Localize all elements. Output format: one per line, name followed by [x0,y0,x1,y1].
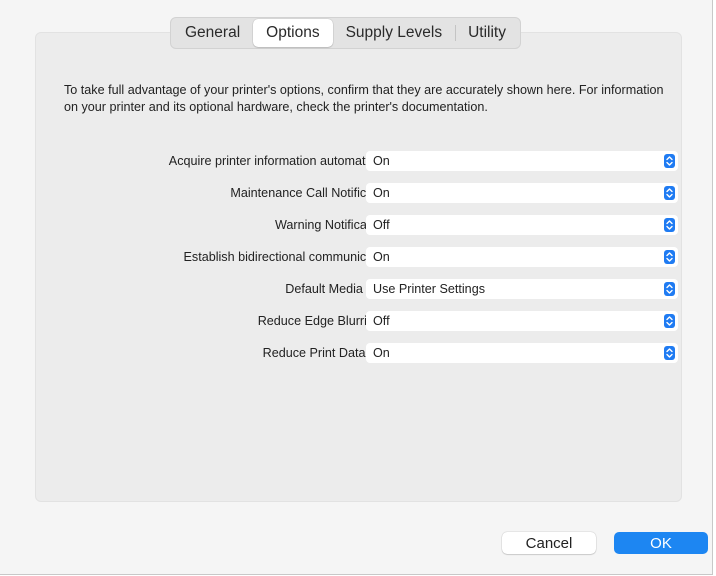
bidirectional-popup[interactable]: On [366,247,678,267]
option-row-print-data-size: Reduce Print Data Size: On [40,343,680,365]
popup-value: Off [373,218,390,232]
ok-button[interactable]: OK [614,532,708,554]
up-down-chevron-icon [664,282,675,296]
option-label: Acquire printer information automaticall… [168,154,397,168]
up-down-chevron-icon [664,346,675,360]
cancel-button[interactable]: Cancel [502,532,596,554]
maintenance-call-popup[interactable]: On [366,183,678,203]
option-row-acquire-info: Acquire printer information automaticall… [40,151,680,173]
popup-value: On [373,186,390,200]
up-down-chevron-icon [664,186,675,200]
printer-options-dialog: General Options Supply Levels Utility To… [0,0,713,575]
popup-value: On [373,250,390,264]
up-down-chevron-icon [664,218,675,232]
popup-value: On [373,154,390,168]
tab-bar: General Options Supply Levels Utility [170,17,521,49]
popup-value: On [373,346,390,360]
print-data-size-popup[interactable]: On [366,343,678,363]
tab-options[interactable]: Options [253,19,333,47]
tab-general[interactable]: General [172,19,253,47]
option-row-bidirectional: Establish bidirectional communication: O… [40,247,680,269]
tab-utility[interactable]: Utility [455,19,519,47]
edge-blurriness-popup[interactable]: Off [366,311,678,331]
up-down-chevron-icon [664,250,675,264]
popup-value: Use Printer Settings [373,282,485,296]
option-row-warning-notifications: Warning Notifications: Off [40,215,680,237]
popup-value: Off [373,314,390,328]
up-down-chevron-icon [664,154,675,168]
acquire-info-popup[interactable]: On [366,151,678,171]
up-down-chevron-icon [664,314,675,328]
option-row-maintenance-call: Maintenance Call Notification: On [40,183,680,205]
tab-supply-levels[interactable]: Supply Levels [333,19,456,47]
option-row-default-media-type: Default Media Type: Use Printer Settings [40,279,680,301]
option-label: Establish bidirectional communication: [183,250,398,264]
default-media-type-popup[interactable]: Use Printer Settings [366,279,678,299]
warning-notifications-popup[interactable]: Off [366,215,678,235]
intro-text: To take full advantage of your printer's… [64,83,664,114]
option-row-edge-blurriness: Reduce Edge Blurriness: Off [40,311,680,333]
